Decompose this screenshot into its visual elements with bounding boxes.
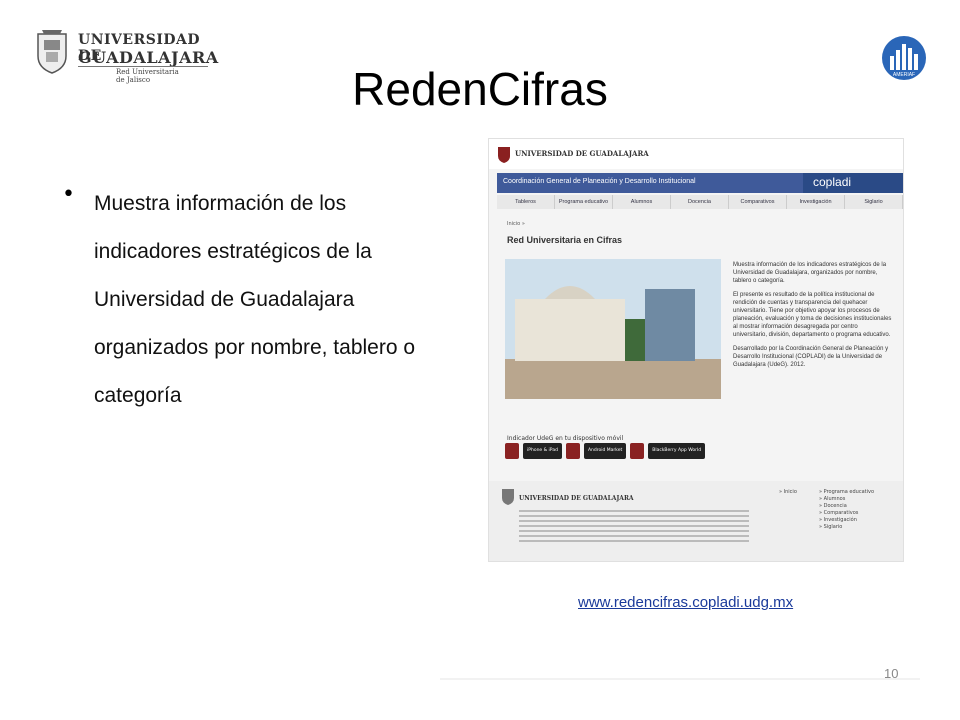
app-icon bbox=[565, 443, 580, 459]
badge-blackberry: BlackBerry App World bbox=[648, 443, 706, 459]
shot-desc-para: El presente es resultado de la política … bbox=[733, 292, 892, 338]
shot-breadcrumb: Inicio » bbox=[507, 221, 525, 227]
footer-menu-item: » Alumnos bbox=[819, 496, 846, 502]
shot-nav-item: Tableros bbox=[497, 195, 555, 209]
shot-nav-item: Programa educativo bbox=[555, 195, 613, 209]
app-icon bbox=[505, 443, 519, 459]
shot-seal-icon bbox=[498, 147, 510, 163]
app-icon bbox=[630, 443, 645, 459]
bullet-text: Muestra información de los indicadores e… bbox=[94, 192, 416, 407]
shot-header-text: UNIVERSIDAD DE GUADALAJARA bbox=[515, 149, 649, 158]
shot-mobile-heading: Indicador UdeG en tu dispositivo móvil bbox=[507, 435, 624, 442]
shot-brand-text: copladi bbox=[813, 175, 852, 189]
shot-nav-item: Docencia bbox=[671, 195, 729, 209]
building-photo bbox=[505, 259, 721, 399]
shot-header: UNIVERSIDAD DE GUADALAJARA bbox=[489, 139, 903, 169]
shot-brand: copladi bbox=[803, 173, 903, 193]
badge-ios: iPhone & iPad bbox=[523, 443, 562, 459]
bottom-rule bbox=[440, 678, 920, 680]
page-number: 10 bbox=[884, 666, 899, 681]
footer-menu-item: » Docencia bbox=[819, 503, 847, 509]
slide-title: RedenCifras bbox=[352, 63, 608, 115]
shot-nav-item: Alumnos bbox=[613, 195, 671, 209]
shot-nav: Tableros Programa educativo Alumnos Doce… bbox=[497, 195, 903, 209]
shot-footer: UNIVERSIDAD DE GUADALAJARA » Inicio » Pr… bbox=[489, 481, 903, 561]
shot-desc-para: Desarrollado por la Coordinación General… bbox=[733, 346, 889, 368]
footer-menu-item: » Siglario bbox=[819, 524, 843, 530]
footer-menu-item: » Inicio bbox=[779, 489, 797, 495]
footer-seal-icon bbox=[502, 489, 514, 505]
badge-android: Android Market bbox=[583, 443, 627, 459]
redencifras-link[interactable]: www.redencifras.copladi.udg.mx bbox=[578, 594, 793, 611]
website-screenshot: UNIVERSIDAD DE GUADALAJARA Coordinación … bbox=[488, 138, 904, 562]
bullet-dot: • bbox=[62, 182, 75, 207]
shot-heading: Red Universitaria en Cifras bbox=[507, 235, 623, 245]
footer-text-lines bbox=[519, 507, 749, 545]
footer-menu-item: » Programa educativo bbox=[819, 489, 874, 495]
shot-mobile-badges: iPhone & iPad Android Market BlackBerry … bbox=[505, 443, 706, 459]
footer-menu-item: » Comparativos bbox=[819, 510, 859, 516]
shot-desc-para: Muestra información de los indicadores e… bbox=[733, 262, 887, 284]
shot-nav-item: Comparativos bbox=[729, 195, 787, 209]
footer-menu-item: » Investigación bbox=[819, 517, 857, 523]
shot-description: Muestra información de los indicadores e… bbox=[733, 261, 893, 375]
footer-title: UNIVERSIDAD DE GUADALAJARA bbox=[519, 495, 634, 502]
shot-nav-item: Investigación bbox=[787, 195, 845, 209]
shot-banner: Coordinación General de Planeación y Des… bbox=[497, 173, 903, 193]
footer-menu-left: » Inicio bbox=[779, 489, 797, 496]
footer-menu-right: » Programa educativo » Alumnos » Docenci… bbox=[819, 489, 874, 531]
shot-nav-item: Siglario bbox=[845, 195, 903, 209]
shot-banner-text: Coordinación General de Planeación y Des… bbox=[503, 178, 696, 185]
